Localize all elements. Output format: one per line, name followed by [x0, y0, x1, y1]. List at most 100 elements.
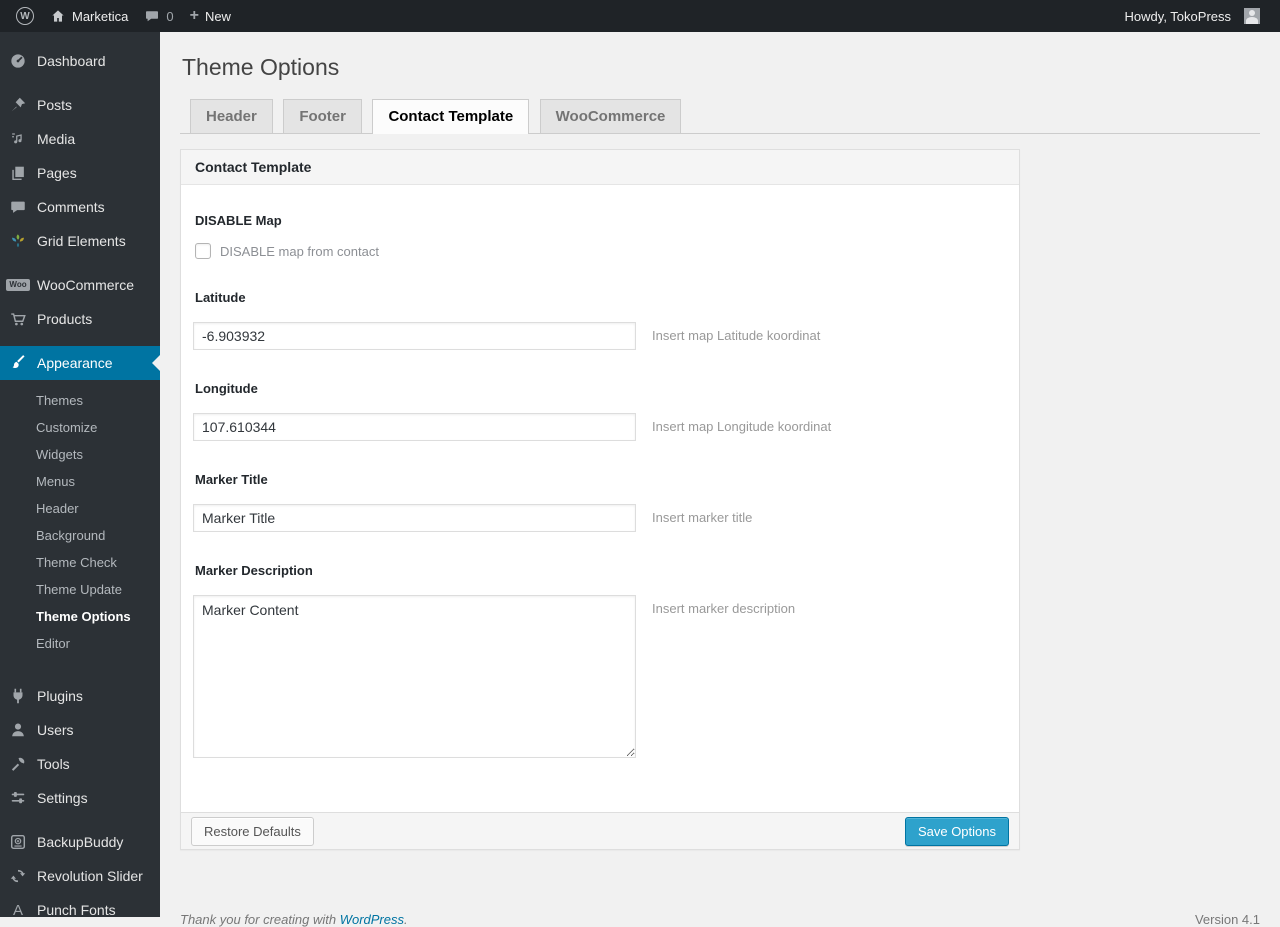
- new-content-button[interactable]: + New: [182, 0, 239, 32]
- tab-woocommerce[interactable]: WooCommerce: [539, 99, 682, 133]
- sidebar-item-label: Comments: [37, 199, 105, 215]
- cart-icon: [8, 309, 28, 329]
- sliders-icon: [8, 788, 28, 808]
- longitude-hint: Insert map Longitude koordinat: [652, 419, 832, 434]
- marker-description-textarea[interactable]: Marker Content: [193, 595, 636, 758]
- marker-title-hint: Insert marker title: [652, 510, 753, 525]
- sidebar-item-punch-fonts[interactable]: A Punch Fonts: [0, 893, 160, 927]
- comment-bubble-icon: [144, 8, 160, 24]
- sidebar-item-dashboard[interactable]: Dashboard: [0, 44, 160, 78]
- submenu-item-background[interactable]: Background: [0, 522, 160, 549]
- submenu-item-theme-options[interactable]: Theme Options: [0, 603, 160, 630]
- menu-group-dashboard: Dashboard: [0, 44, 160, 78]
- panel-body: DISABLE Map DISABLE map from contact Lat…: [181, 185, 1019, 812]
- latitude-label: Latitude: [195, 290, 246, 305]
- sidebar-item-woocommerce[interactable]: Woo WooCommerce: [0, 268, 160, 302]
- menu-group-plugins-extra: BackupBuddy Revolution Slider A Punch Fo…: [0, 825, 160, 927]
- marker-title-row: Insert marker title: [193, 504, 1007, 532]
- comment-count: 0: [166, 8, 174, 24]
- submenu-item-editor[interactable]: Editor: [0, 630, 160, 657]
- sidebar-item-label: WooCommerce: [37, 277, 134, 293]
- sidebar-item-label: Settings: [37, 790, 88, 806]
- submenu-item-theme-check[interactable]: Theme Check: [0, 549, 160, 576]
- submenu-item-customize[interactable]: Customize: [0, 414, 160, 441]
- sidebar-item-products[interactable]: Products: [0, 302, 160, 336]
- pushpin-icon: [8, 95, 28, 115]
- wrench-icon: [8, 754, 28, 774]
- site-name: Marketica: [72, 8, 129, 24]
- sidebar-item-backupbuddy[interactable]: BackupBuddy: [0, 825, 160, 859]
- wordpress-link[interactable]: WordPress: [340, 912, 404, 927]
- gauge-icon: [8, 51, 28, 71]
- admin-bar-right: Howdy, TokoPress: [1117, 0, 1268, 32]
- sidebar-item-label: BackupBuddy: [37, 834, 124, 850]
- menu-group-admin: Plugins Users Tools Settings: [0, 679, 160, 815]
- sidebar-item-comments[interactable]: Comments: [0, 190, 160, 224]
- marker-title-label: Marker Title: [195, 472, 268, 487]
- admin-bar-left: W Marketica 0 + New: [8, 0, 239, 32]
- sidebar-item-settings[interactable]: Settings: [0, 781, 160, 815]
- marker-title-input[interactable]: [193, 504, 636, 532]
- submenu-item-menus[interactable]: Menus: [0, 468, 160, 495]
- plug-icon: [8, 686, 28, 706]
- contact-template-panel: Contact Template DISABLE Map DISABLE map…: [180, 149, 1020, 850]
- sidebar-item-label: Appearance: [37, 355, 113, 371]
- submenu-item-header[interactable]: Header: [0, 495, 160, 522]
- howdy-text: Howdy, TokoPress: [1124, 8, 1231, 24]
- latitude-row: Insert map Latitude koordinat: [193, 322, 1007, 350]
- save-options-button[interactable]: Save Options: [904, 816, 1009, 846]
- sidebar-item-label: Tools: [37, 756, 70, 772]
- wordpress-logo-icon: W: [16, 7, 34, 25]
- plus-icon: +: [189, 7, 199, 24]
- avatar: [1244, 8, 1260, 24]
- site-link[interactable]: Marketica: [42, 0, 136, 32]
- submenu-item-theme-update[interactable]: Theme Update: [0, 576, 160, 603]
- longitude-input[interactable]: [193, 413, 636, 441]
- restore-defaults-button[interactable]: Restore Defaults: [191, 816, 314, 846]
- account-menu[interactable]: Howdy, TokoPress: [1117, 0, 1268, 32]
- backup-disk-icon: [8, 832, 28, 852]
- submenu-item-themes[interactable]: Themes: [0, 387, 160, 414]
- page-title: Theme Options: [182, 54, 340, 80]
- wordpress-menu[interactable]: W: [8, 0, 42, 32]
- sidebar-item-plugins[interactable]: Plugins: [0, 679, 160, 713]
- comments-shortcut[interactable]: 0: [136, 0, 181, 32]
- sidebar-item-posts[interactable]: Posts: [0, 88, 160, 122]
- submenu-item-widgets[interactable]: Widgets: [0, 441, 160, 468]
- user-icon: [8, 720, 28, 740]
- appearance-submenu: Themes Customize Widgets Menus Header Ba…: [0, 380, 160, 669]
- media-icon: [8, 129, 28, 149]
- sidebar-item-label: Grid Elements: [37, 233, 126, 249]
- sidebar-item-appearance[interactable]: Appearance: [0, 346, 160, 380]
- sidebar-item-label: Plugins: [37, 688, 83, 704]
- latitude-input[interactable]: [193, 322, 636, 350]
- sidebar-item-label: Pages: [37, 165, 77, 181]
- admin-bar: W Marketica 0 + New Howdy, TokoPress: [0, 0, 1280, 32]
- menu-group-appearance: Appearance Themes Customize Widgets Menu…: [0, 346, 160, 669]
- pages-icon: [8, 163, 28, 183]
- version-text: Version 4.1: [1194, 912, 1260, 927]
- letter-a-icon: A: [12, 901, 23, 919]
- sidebar-item-label: Dashboard: [37, 53, 106, 69]
- marker-description-hint: Insert marker description: [652, 601, 796, 616]
- tab-header[interactable]: Header: [190, 99, 273, 133]
- thanks-suffix: .: [404, 912, 408, 927]
- tab-footer[interactable]: Footer: [283, 99, 362, 133]
- latitude-hint: Insert map Latitude koordinat: [652, 328, 821, 343]
- page-footer: Thank you for creating with WordPress. V…: [180, 912, 1260, 927]
- thanks-text: Thank you for creating with WordPress.: [180, 912, 408, 927]
- brush-icon: [8, 353, 28, 373]
- sidebar-item-label: Users: [37, 722, 74, 738]
- woo-badge-icon: Woo: [6, 275, 30, 295]
- sidebar-item-tools[interactable]: Tools: [0, 747, 160, 781]
- main-content: Theme Options Header Footer Contact Temp…: [160, 32, 1280, 927]
- sidebar-item-media[interactable]: Media: [0, 122, 160, 156]
- sidebar-item-pages[interactable]: Pages: [0, 156, 160, 190]
- home-icon: [50, 8, 66, 24]
- sidebar-item-grid-elements[interactable]: Grid Elements: [0, 224, 160, 258]
- sidebar-item-users[interactable]: Users: [0, 713, 160, 747]
- tab-contact-template[interactable]: Contact Template: [372, 99, 530, 134]
- sidebar-item-revolution-slider[interactable]: Revolution Slider: [0, 859, 160, 893]
- sidebar-item-label: Media: [37, 131, 76, 147]
- disable-map-checkbox[interactable]: [195, 243, 211, 259]
